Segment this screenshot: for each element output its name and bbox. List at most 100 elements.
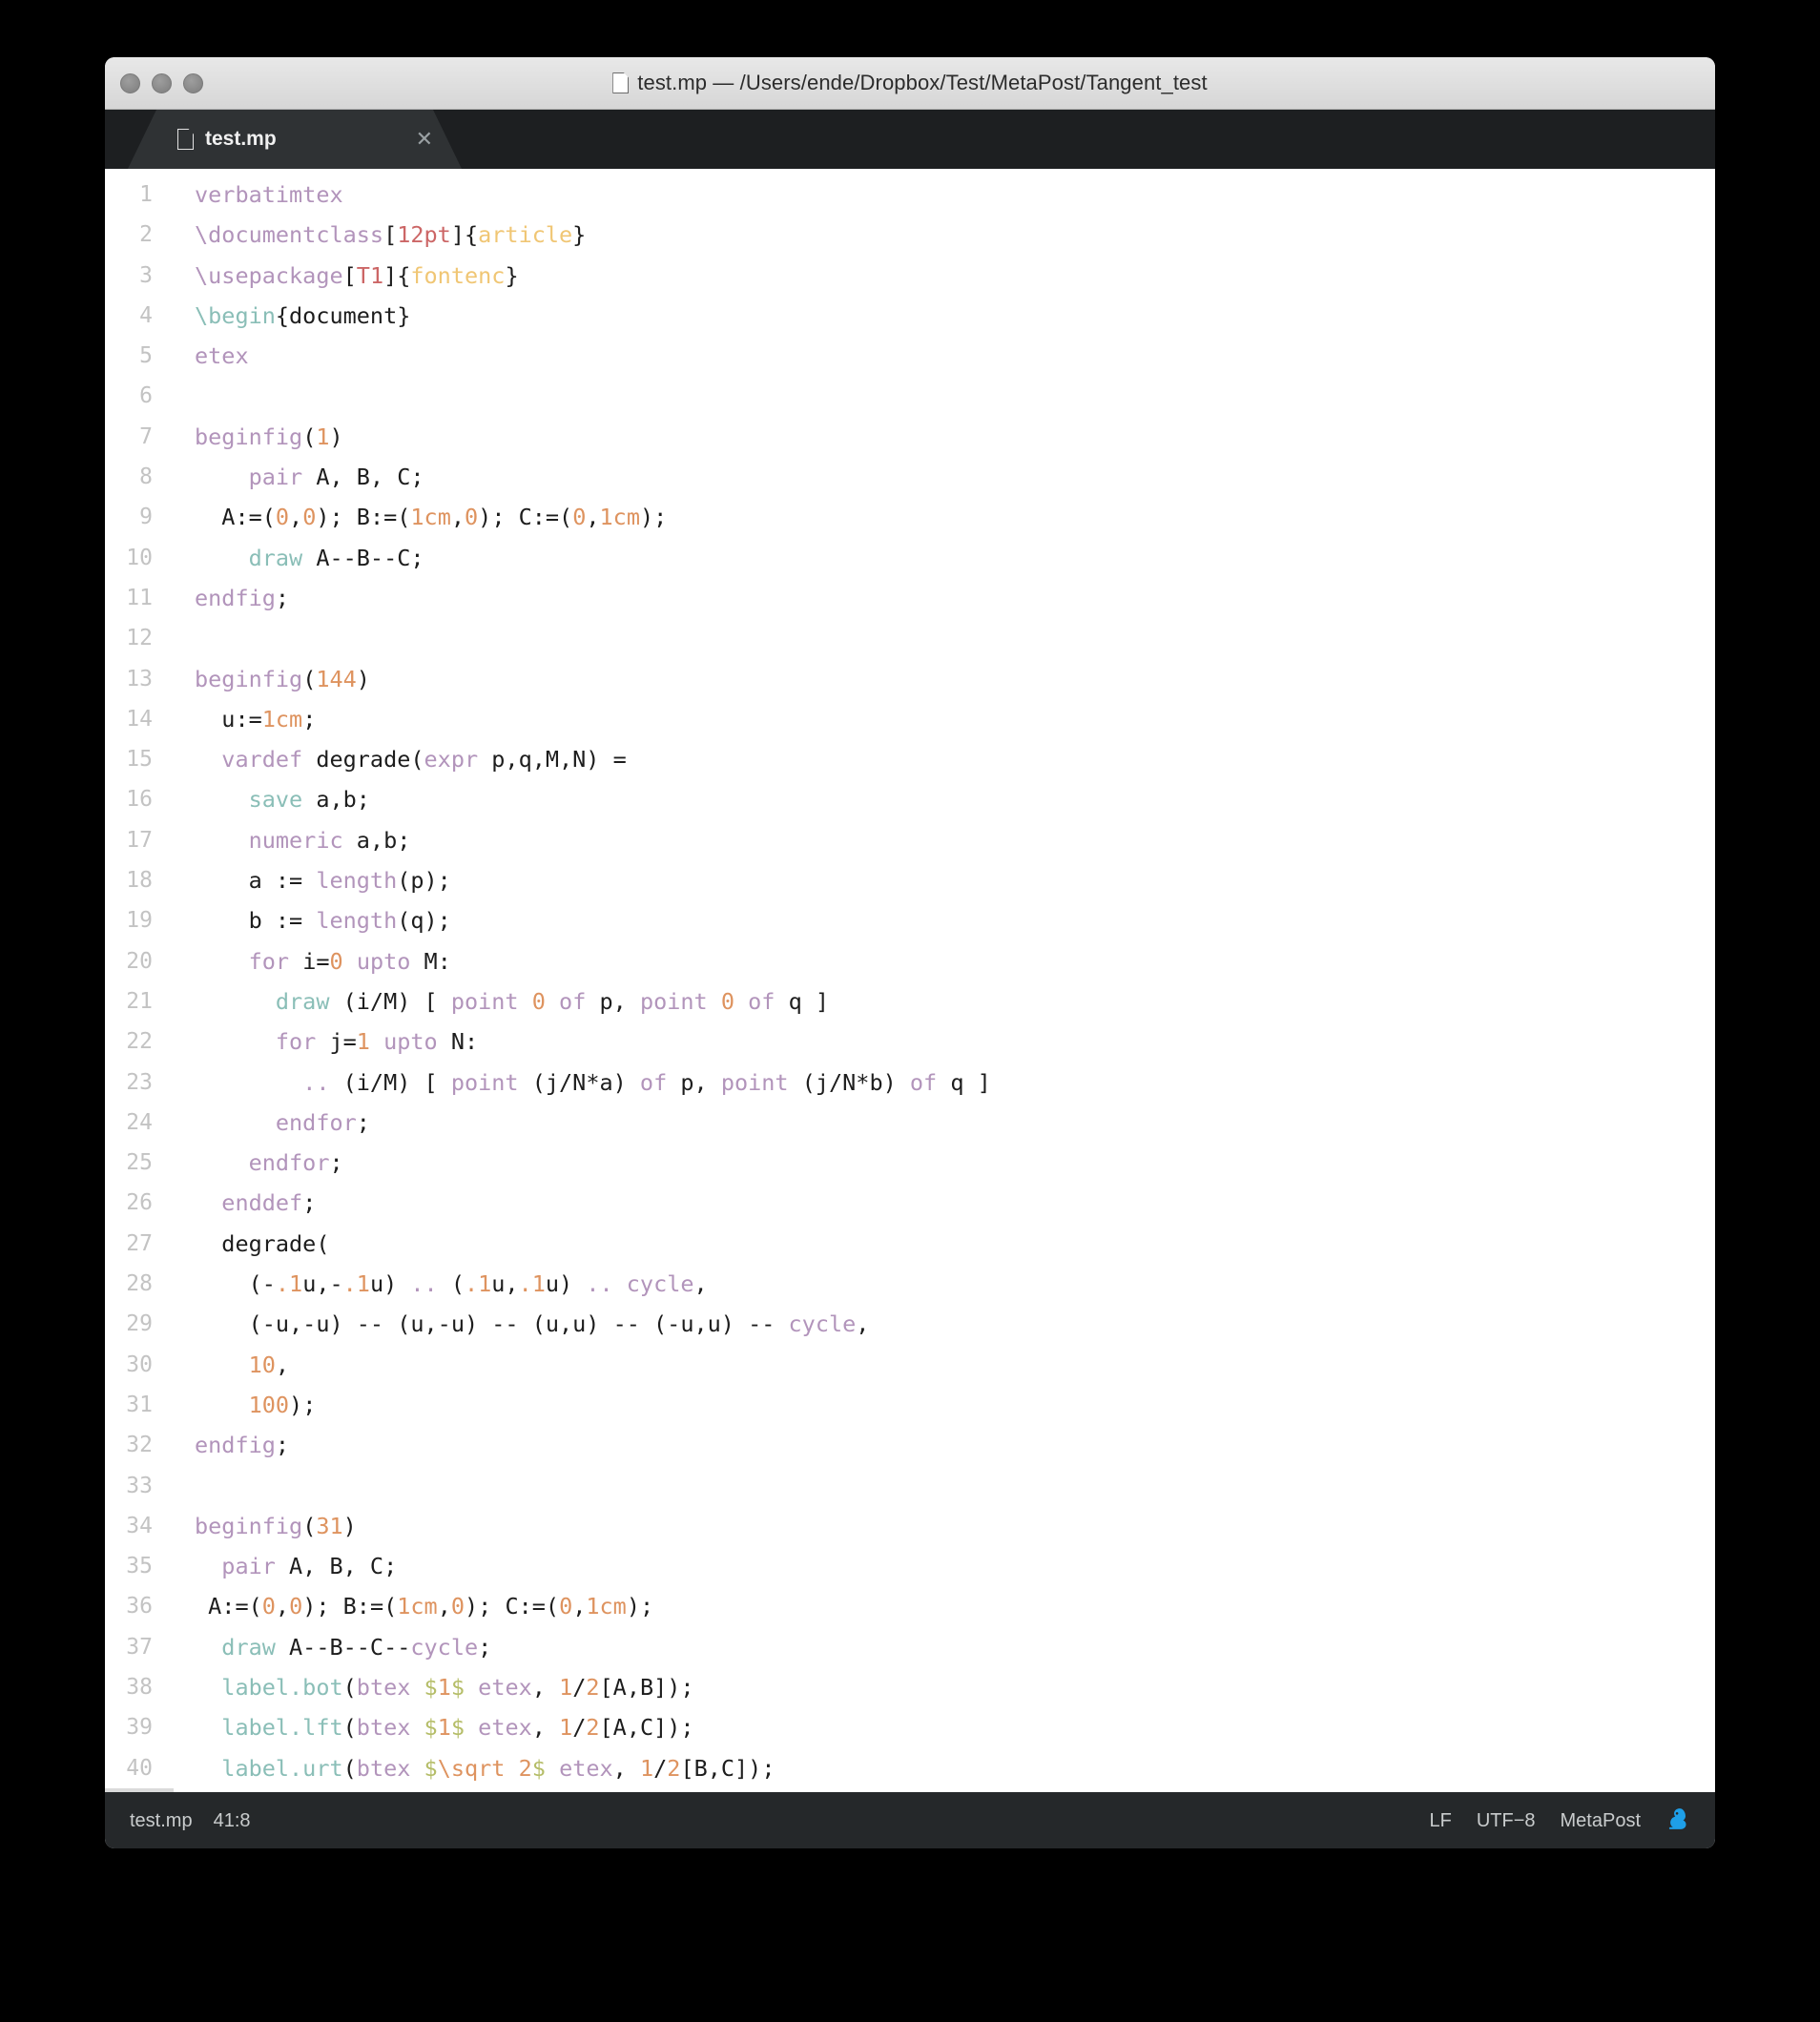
code-line[interactable]: 14 u:=1cm; (105, 699, 1715, 739)
code-line[interactable]: 7 beginfig(1) (105, 417, 1715, 457)
code-text[interactable]: pair A, B, C; (174, 1546, 397, 1586)
code-text[interactable]: endfig; (174, 578, 289, 618)
code-token: 0 (275, 504, 290, 531)
code-text[interactable]: label.lft(btex $1$ etex, 1/2[A,C]); (174, 1707, 693, 1747)
status-line-ending[interactable]: LF (1429, 1810, 1451, 1832)
code-line[interactable]: 10 draw A--B--C; (105, 538, 1715, 578)
code-line[interactable]: 15 vardef degrade(expr p,q,M,N) = (105, 739, 1715, 779)
code-line[interactable]: 6 (105, 376, 1715, 416)
code-line[interactable]: 4 \begin{document} (105, 296, 1715, 336)
code-text[interactable]: numeric a,b; (174, 820, 411, 860)
code-token: of (639, 1068, 668, 1096)
code-text[interactable]: .. (i/M) [ point (j/N*a) of p, point (j/… (174, 1063, 991, 1103)
code-line[interactable]: 28 (-.1u,-.1u) .. (.1u,.1u) .. cycle, (105, 1264, 1715, 1304)
editor-window: test.mp — /Users/ende/Dropbox/Test/MetaP… (105, 57, 1715, 1848)
status-encoding[interactable]: UTF−8 (1477, 1810, 1536, 1832)
code-text[interactable]: draw A--B--C--cycle; (174, 1627, 491, 1667)
code-line[interactable]: 34 beginfig(31) (105, 1506, 1715, 1546)
code-text[interactable]: b := length(q); (174, 900, 451, 940)
code-line[interactable]: 40 label.urt(btex $\sqrt 2$ etex, 1/2[B,… (105, 1748, 1715, 1788)
code-text[interactable]: \usepackage[T1]{fontenc} (174, 256, 519, 296)
code-text[interactable]: a := length(p); (174, 860, 451, 900)
code-line[interactable]: 20 for i=0 upto M: (105, 941, 1715, 981)
code-line[interactable]: 33 (105, 1466, 1715, 1506)
status-filename[interactable]: test.mp (130, 1810, 193, 1832)
status-cursor-position[interactable]: 41:8 (214, 1810, 251, 1832)
code-text[interactable]: label.bot(btex $1$ etex, 1/2[A,B]); (174, 1667, 693, 1707)
code-line[interactable]: 21 draw (i/M) [ point 0 of p, point 0 of… (105, 981, 1715, 1021)
code-text[interactable]: \begin{document} (174, 296, 410, 336)
code-line[interactable]: 39 label.lft(btex $1$ etex, 1/2[A,C]); (105, 1707, 1715, 1747)
code-line[interactable]: 17 numeric a,b; (105, 820, 1715, 860)
tab-test-mp[interactable]: test.mp ✕ (128, 110, 462, 169)
code-line[interactable]: 31 100); (105, 1385, 1715, 1425)
squirrel-icon[interactable] (1665, 1806, 1690, 1835)
line-number: 24 (126, 1109, 153, 1135)
code-line[interactable]: 24 endfor; (105, 1103, 1715, 1143)
code-text[interactable]: 100); (174, 1385, 317, 1425)
code-text[interactable]: beginfig(31) (174, 1506, 357, 1546)
code-text[interactable]: (-.1u,-.1u) .. (.1u,.1u) .. cycle, (174, 1264, 708, 1304)
code-text[interactable]: verbatimtex (174, 175, 343, 215)
code-line[interactable]: 37 draw A--B--C--cycle; (105, 1627, 1715, 1667)
code-text[interactable]: for j=1 upto N: (174, 1021, 478, 1062)
code-line[interactable]: 11 endfig; (105, 578, 1715, 618)
code-text[interactable]: etex (174, 336, 249, 376)
close-icon[interactable]: ✕ (416, 129, 433, 150)
code-text[interactable]: A:=(0,0); B:=(1cm,0); C:=(0,1cm); (174, 497, 667, 537)
code-text[interactable]: enddef; (174, 1183, 316, 1223)
code-text[interactable]: A:=(0,0); B:=(1cm,0); C:=(0,1cm); (174, 1586, 653, 1626)
code-line[interactable]: 19 b := length(q); (105, 900, 1715, 940)
code-text[interactable]: vardef degrade(expr p,q,M,N) = (174, 739, 626, 779)
code-line[interactable]: 18 a := length(p); (105, 860, 1715, 900)
code-text[interactable]: draw A--B--C; (174, 538, 424, 578)
code-line[interactable]: 8 pair A, B, C; (105, 457, 1715, 497)
code-text[interactable]: for i=0 upto M: (174, 941, 451, 981)
code-text[interactable]: \documentclass[12pt]{article} (174, 215, 586, 255)
code-text[interactable]: u:=1cm; (174, 699, 316, 739)
close-button[interactable] (120, 72, 140, 93)
status-grammar[interactable]: MetaPost (1561, 1810, 1641, 1832)
code-line[interactable]: 5 etex (105, 336, 1715, 376)
code-line[interactable]: 35 pair A, B, C; (105, 1546, 1715, 1586)
code-line[interactable]: 30 10, (105, 1345, 1715, 1385)
code-line[interactable]: 36 A:=(0,0); B:=(1cm,0); C:=(0,1cm); (105, 1586, 1715, 1626)
code-line[interactable]: 2 \documentclass[12pt]{article} (105, 215, 1715, 255)
code-text[interactable]: beginfig(1) (174, 417, 343, 457)
code-text[interactable]: degrade( (174, 1224, 329, 1264)
minimize-button[interactable] (152, 72, 172, 93)
code-token: , (275, 1593, 290, 1620)
zoom-button[interactable] (183, 72, 203, 93)
code-text[interactable]: pair A, B, C; (174, 457, 424, 497)
code-line[interactable]: 25 endfor; (105, 1143, 1715, 1183)
code-text[interactable]: endfor; (174, 1143, 343, 1183)
code-line[interactable]: 13 beginfig(144) (105, 659, 1715, 699)
code-line[interactable]: 12 (105, 618, 1715, 658)
code-line[interactable]: 29 (-u,-u) -- (u,-u) -- (u,u) -- (-u,u) … (105, 1304, 1715, 1344)
code-text[interactable]: (-u,-u) -- (u,-u) -- (u,u) -- (-u,u) -- … (174, 1304, 870, 1344)
code-token: q ] (937, 1068, 991, 1096)
code-line[interactable]: 3 \usepackage[T1]{fontenc} (105, 256, 1715, 296)
code-line[interactable]: 27 degrade( (105, 1224, 1715, 1264)
code-line[interactable]: 16 save a,b; (105, 779, 1715, 819)
code-text[interactable]: label.urt(btex $\sqrt 2$ etex, 1/2[B,C])… (174, 1748, 775, 1788)
code-token: .. (586, 1270, 613, 1298)
code-line[interactable]: 23 .. (i/M) [ point (j/N*a) of p, point … (105, 1063, 1715, 1103)
code-line[interactable]: 32 endfig; (105, 1425, 1715, 1465)
code-text[interactable]: endfig; (174, 1425, 289, 1465)
code-token: A:=( (195, 1593, 262, 1620)
code-text[interactable]: draw (i/M) [ point 0 of p, point 0 of q … (174, 981, 829, 1021)
code-text[interactable]: save a,b; (174, 779, 370, 819)
code-editor[interactable]: 1 verbatimtex 2 \documentclass[12pt]{articl… (105, 169, 1715, 1792)
code-line[interactable]: 1 verbatimtex (105, 175, 1715, 215)
code-line[interactable]: 9 A:=(0,0); B:=(1cm,0); C:=(0,1cm); (105, 497, 1715, 537)
code-line[interactable]: 22 for j=1 upto N: (105, 1021, 1715, 1062)
code-line[interactable]: 38 label.bot(btex $1$ etex, 1/2[A,B]); (105, 1667, 1715, 1707)
code-text[interactable]: 10, (174, 1345, 289, 1385)
code-text[interactable]: endfor; (174, 1103, 370, 1143)
code-line[interactable]: 26 enddef; (105, 1183, 1715, 1223)
code-token: btex (356, 1754, 411, 1782)
code-text[interactable]: beginfig(144) (174, 659, 370, 699)
